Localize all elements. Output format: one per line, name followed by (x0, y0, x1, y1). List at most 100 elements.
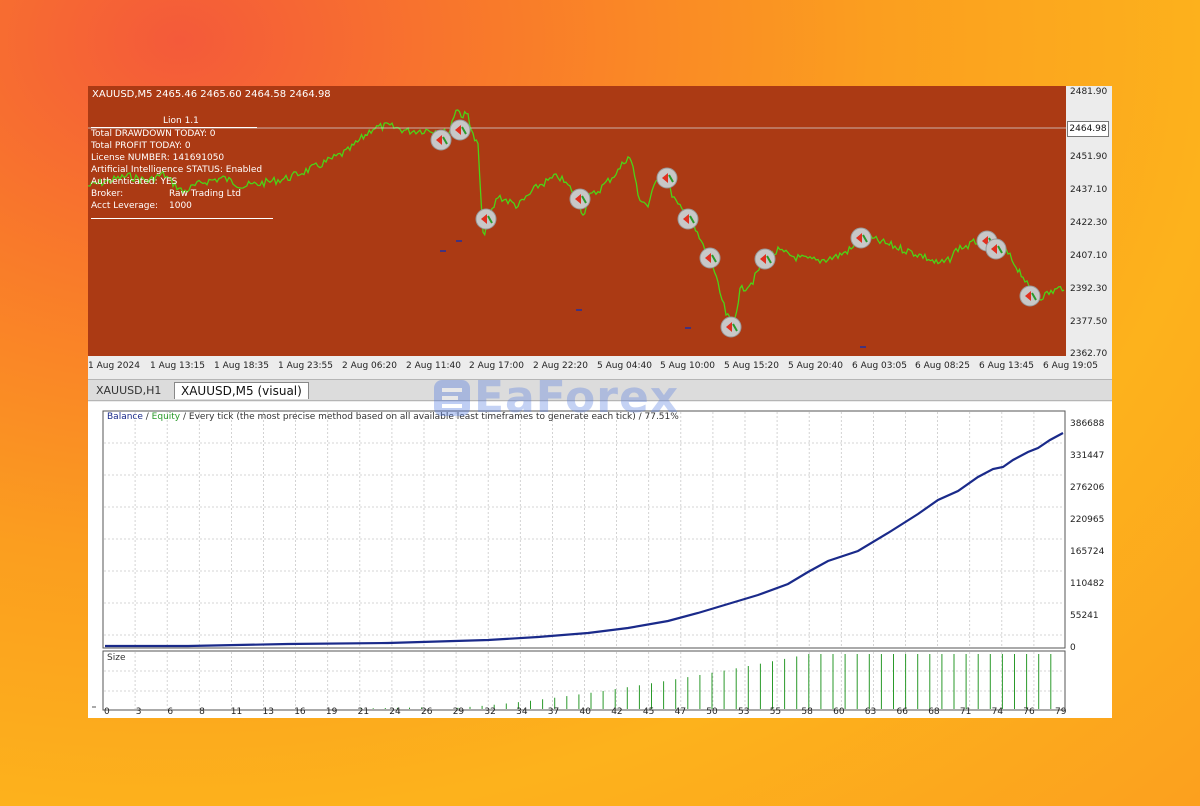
eaforex-watermark: EaForex (432, 372, 678, 423)
trade-number-label: 8 (199, 707, 205, 717)
balance-tick-label: 220965 (1070, 515, 1105, 525)
time-tick-label: 2 Aug 06:20 (342, 361, 397, 371)
ea-row-profit: Total PROFIT TODAY: 0 (91, 141, 191, 151)
trade-arrow-icon[interactable] (1019, 285, 1041, 307)
price-tick-label: 2407.10 (1070, 251, 1108, 261)
small-dashes (440, 240, 866, 348)
time-tick-label: 6 Aug 19:05 (1043, 361, 1098, 371)
trade-number-label: 3 (135, 707, 142, 717)
ea-row-license: License NUMBER: 141691050 (91, 153, 225, 163)
ea-info-panel: Lion 1.1 Total DRAWDOWN TODAY: 0 Total P… (91, 116, 273, 219)
ea-row-drawdown: Total DRAWDOWN TODAY: 0 (91, 129, 216, 139)
trade-number-label: 13 (262, 707, 274, 717)
price-tick-label: 2392.30 (1070, 284, 1108, 294)
trade-number-label: 68 (928, 707, 940, 717)
trade-number-label: 74 (991, 707, 1004, 717)
trade-arrow-icon[interactable] (850, 227, 872, 249)
trade-arrow-icon[interactable] (430, 129, 452, 151)
trade-number-label: 42 (611, 707, 623, 717)
trade-number-label: 66 (896, 707, 908, 717)
balance-plot-frame (102, 410, 1066, 649)
trade-number-label: 53 (738, 707, 750, 717)
tester-report-graph: Balance / Equity / Every tick (the most … (88, 402, 1112, 718)
time-tick-label: 6 Aug 08:25 (915, 361, 970, 371)
trade-arrow-icon[interactable] (677, 208, 699, 230)
price-tick-label: 2451.90 (1070, 152, 1108, 162)
trade-number-label: 16 (294, 707, 306, 717)
trade-number-label: 11 (230, 707, 243, 717)
trade-number-label: 29 (452, 707, 465, 717)
balance-tick-label: 55241 (1070, 611, 1099, 621)
trade-number-label: 50 (706, 707, 718, 717)
time-tick-label: 5 Aug 20:40 (788, 361, 843, 371)
trade-number-label: 37 (547, 707, 560, 717)
trade-number-label: 76 (1023, 707, 1035, 717)
balance-tick-label: 276206 (1070, 483, 1105, 493)
trade-number-label: 26 (421, 707, 433, 717)
price-chart[interactable]: XAUUSD,M5 2465.46 2465.60 2464.58 2464.9… (88, 86, 1112, 379)
trade-arrow-icon[interactable] (569, 188, 591, 210)
time-tick-label: 6 Aug 13:45 (979, 361, 1034, 371)
trade-number-label: 6 (167, 707, 174, 717)
trade-number-label: 19 (325, 707, 338, 717)
trade-number-label: 55 (769, 707, 782, 717)
ea-panel-divider (91, 218, 273, 219)
trade-arrow-icon[interactable] (985, 238, 1007, 260)
balance-tick-label: 110482 (1070, 579, 1105, 589)
trade-number-label: 34 (516, 707, 528, 717)
trade-arrow-icon[interactable] (699, 247, 721, 269)
price-tick-label: 2437.10 (1070, 185, 1108, 195)
price-tick-label: 2362.70 (1070, 349, 1108, 359)
size-plot-frame (102, 650, 1066, 711)
trade-markers (430, 119, 1041, 338)
trade-number-label: 58 (801, 707, 813, 717)
trade-arrow-icon[interactable] (720, 316, 742, 338)
tab-xauusd-m5-visual[interactable]: XAUUSD,M5 (visual) (174, 382, 309, 399)
trade-number-label: 21 (357, 707, 370, 717)
time-tick-label: 1 Aug 2024 (88, 361, 140, 371)
watermark-text: EaForex (474, 372, 680, 423)
tab-xauusd-h1[interactable]: XAUUSD,H1 (90, 383, 167, 399)
trade-number-label: 79 (1055, 707, 1067, 717)
report-svg (92, 410, 1066, 711)
time-tick-label: 2 Aug 22:20 (533, 361, 588, 371)
price-tick-label: 2422.30 (1070, 218, 1108, 228)
time-tick-label: 5 Aug 15:20 (724, 361, 779, 371)
trade-number-label: 47 (674, 707, 687, 717)
size-label: Size (107, 653, 126, 663)
trade-arrow-icon[interactable] (754, 248, 776, 270)
trade-arrow-icon[interactable] (656, 167, 678, 189)
time-tick-label: 2 Aug 17:00 (469, 361, 524, 371)
legend-balance[interactable]: Balance (107, 412, 143, 422)
trade-number-label: 45 (642, 707, 655, 717)
price-tick-label: 2481.90 (1070, 87, 1108, 97)
ea-row-ai-status: Artificial Intelligence STATUS: Enabled (91, 165, 263, 175)
time-tick-label: 1 Aug 23:55 (278, 361, 333, 371)
time-tick-label: 1 Aug 13:15 (150, 361, 205, 371)
price-tick-label: 2377.50 (1070, 317, 1108, 327)
trade-number-label: 71 (959, 707, 972, 717)
ea-row-leverage: Acct Leverage: 1000 (91, 201, 192, 211)
trade-number-label: 0 (104, 707, 110, 717)
eaforex-logo-icon (434, 380, 470, 416)
symbol-quote: XAUUSD,M5 2465.46 2465.60 2464.58 2464.9… (92, 89, 331, 100)
trade-arrow-icon[interactable] (475, 208, 497, 230)
balance-tick-label: 0 (1070, 643, 1076, 653)
balance-tick-label: 165724 (1070, 547, 1105, 557)
ea-title: Lion 1.1 (163, 116, 199, 126)
time-tick-label: 1 Aug 18:35 (214, 361, 269, 371)
trade-arrow-icon[interactable] (449, 119, 471, 141)
balance-tick-label: 386688 (1070, 419, 1105, 429)
time-tick-label: 5 Aug 10:00 (660, 361, 715, 371)
ea-row-authenticated: Authenticated: YES (91, 177, 178, 187)
trade-number-label: 40 (579, 707, 591, 717)
ea-row-broker: Broker: Raw Trading Ltd (91, 189, 241, 199)
trade-number-label: 32 (484, 707, 496, 717)
current-price-tag: 2464.98 (1067, 121, 1109, 137)
trade-number-label: 60 (833, 707, 845, 717)
trade-number-label: 63 (864, 707, 877, 717)
time-tick-label: 5 Aug 04:40 (597, 361, 652, 371)
legend-equity[interactable]: Equity (152, 412, 180, 422)
balance-tick-label: 331447 (1070, 451, 1105, 461)
time-tick-label: 2 Aug 11:40 (406, 361, 461, 371)
